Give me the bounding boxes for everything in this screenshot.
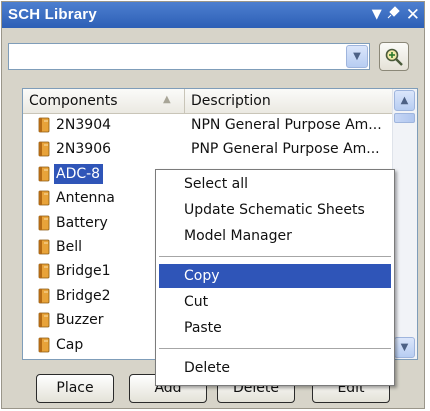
component-book-icon <box>38 166 50 182</box>
search-button[interactable] <box>379 42 409 71</box>
menu-separator <box>159 348 391 349</box>
chevron-down-icon[interactable]: ▼ <box>346 45 368 68</box>
place-button[interactable]: Place <box>36 374 114 403</box>
sort-ascending-icon: ▲ <box>163 94 171 105</box>
list-header: Components ▲ Description <box>23 89 393 114</box>
list-item[interactable]: 2N3906 PNP General Purpose Am... <box>23 137 393 161</box>
menu-item-delete[interactable]: Delete <box>159 356 391 380</box>
component-book-icon <box>38 288 50 304</box>
component-name: 2N3904 <box>56 117 112 133</box>
component-name: Bell <box>56 238 82 255</box>
menu-item-cut[interactable]: Cut <box>159 290 391 314</box>
component-book-icon <box>38 190 50 206</box>
component-book-icon <box>38 263 50 279</box>
component-name: Bridge1 <box>56 263 111 280</box>
filter-combobox[interactable]: ▼ <box>8 43 370 70</box>
component-book-icon <box>38 215 50 230</box>
component-name: ADC-8 <box>54 163 104 184</box>
vertical-scrollbar[interactable]: ▲ ▼ <box>392 89 417 359</box>
scroll-thumb[interactable] <box>394 113 415 123</box>
list-item[interactable]: 2N3904 NPN General Purpose Am... <box>23 113 393 137</box>
scroll-down-button[interactable]: ▼ <box>394 337 415 358</box>
pin-icon[interactable] <box>387 5 401 26</box>
column-components-label: Components <box>29 93 118 109</box>
component-description: PNP General Purpose Am... <box>191 141 380 158</box>
component-book-icon <box>38 337 50 352</box>
menu-item-model-manager[interactable]: Model Manager <box>159 224 391 248</box>
component-name: Antenna <box>56 190 115 207</box>
component-name: Battery <box>56 214 108 231</box>
column-description-label: Description <box>191 93 271 109</box>
component-book-icon <box>38 239 50 255</box>
dropdown-arrow-icon[interactable]: ▼ <box>372 5 382 25</box>
title-controls: ▼ ✕ <box>372 4 420 26</box>
menu-item-paste[interactable]: Paste <box>159 316 391 340</box>
menu-item-copy[interactable]: Copy <box>159 264 391 288</box>
component-name: Cap <box>56 336 84 353</box>
close-icon[interactable]: ✕ <box>406 5 420 25</box>
menu-item-select-all[interactable]: Select all <box>159 172 391 196</box>
menu-separator <box>159 256 391 257</box>
menu-item-update-schematic-sheets[interactable]: Update Schematic Sheets <box>159 198 391 222</box>
filter-row: ▼ <box>8 42 420 72</box>
magnifier-icon <box>385 48 403 66</box>
component-name: Bridge2 <box>56 287 111 304</box>
component-name: Buzzer <box>56 312 104 329</box>
component-book-icon <box>38 312 50 328</box>
panel-titlebar: SCH Library ▼ ✕ <box>2 2 424 28</box>
panel-title: SCH Library <box>8 6 97 23</box>
context-menu: Select all Update Schematic Sheets Model M… <box>155 169 395 386</box>
column-description[interactable]: Description <box>185 89 393 113</box>
component-book-icon <box>38 141 50 157</box>
scroll-up-button[interactable]: ▲ <box>394 90 415 111</box>
component-description: NPN General Purpose Am... <box>191 117 382 133</box>
component-book-icon <box>38 117 50 133</box>
column-components[interactable]: Components ▲ <box>23 89 185 113</box>
component-name: 2N3906 <box>56 141 112 158</box>
